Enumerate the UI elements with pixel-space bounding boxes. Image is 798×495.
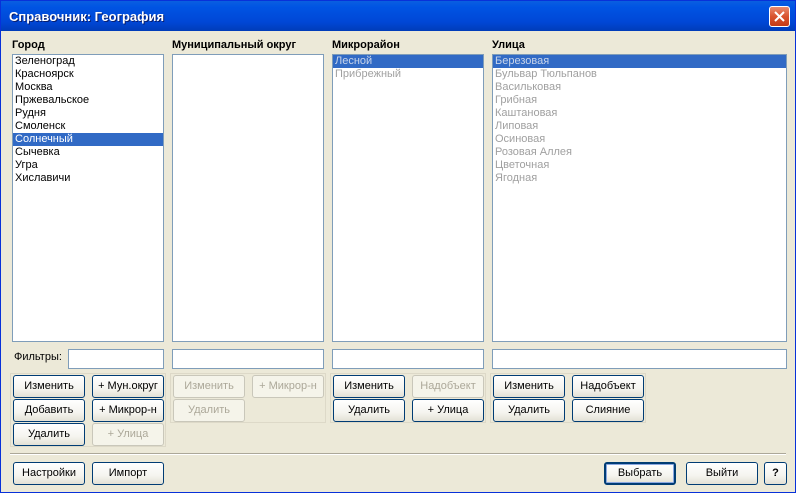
city-label: Город — [12, 39, 45, 51]
list-item[interactable]: Грибная — [493, 94, 786, 107]
add-district-button[interactable]: + Мун.округ — [92, 375, 164, 398]
micro-delete-button[interactable]: Удалить — [333, 399, 405, 422]
list-item[interactable]: Ягодная — [493, 172, 786, 185]
city-filter-input[interactable] — [68, 349, 164, 369]
title-bar: Справочник: География — [1, 1, 795, 31]
exit-button[interactable]: Выйти — [686, 462, 758, 485]
list-item[interactable]: Березовая — [493, 55, 786, 68]
street-list[interactable]: Березовая Бульвар Тюльпанов Васильковая Гри… — [492, 54, 787, 342]
list-item[interactable]: Солнечный — [13, 133, 163, 146]
import-button[interactable]: Импорт — [92, 462, 164, 485]
micro-add-street-button[interactable]: + Улица — [412, 399, 484, 422]
list-item[interactable]: Цветочная — [493, 159, 786, 172]
street-delete-button[interactable]: Удалить — [493, 399, 565, 422]
list-item[interactable]: Красноярск — [13, 68, 163, 81]
list-item[interactable]: Москва — [13, 81, 163, 94]
window-title: Справочник: География — [9, 9, 165, 24]
list-item[interactable]: Липовая — [493, 120, 786, 133]
list-item[interactable]: Бульвар Тюльпанов — [493, 68, 786, 81]
list-item[interactable]: Хиславичи — [13, 172, 163, 185]
district-delete-button[interactable]: Удалить — [173, 399, 245, 422]
footer-separator — [10, 453, 786, 455]
list-item[interactable]: Васильковая — [493, 81, 786, 94]
settings-button[interactable]: Настройки — [13, 462, 85, 485]
list-item[interactable]: Каштановая — [493, 107, 786, 120]
filters-label: Фильтры: — [14, 351, 62, 363]
micro-parent-button[interactable]: Надобъект — [412, 375, 484, 398]
add-street-button[interactable]: + Улица — [92, 423, 164, 446]
district-list[interactable] — [172, 54, 324, 342]
list-item[interactable]: Зеленоград — [13, 55, 163, 68]
city-edit-button[interactable]: Изменить — [13, 375, 85, 398]
list-item[interactable]: Пржевальское — [13, 94, 163, 107]
add-microdistrict-button[interactable]: + Микрор-н — [92, 399, 164, 422]
list-item[interactable]: Рудня — [13, 107, 163, 120]
microdistrict-list[interactable]: Лесной Прибрежный — [332, 54, 484, 342]
list-item[interactable]: Прибрежный — [333, 68, 483, 81]
street-edit-button[interactable]: Изменить — [493, 375, 565, 398]
list-item[interactable]: Осиновая — [493, 133, 786, 146]
street-merge-button[interactable]: Слияние — [572, 399, 644, 422]
microdistrict-filter-input[interactable] — [332, 349, 484, 369]
micro-edit-button[interactable]: Изменить — [333, 375, 405, 398]
dialog-window: Справочник: География Город Муниципальны… — [0, 0, 796, 493]
list-item[interactable]: Смоленск — [13, 120, 163, 133]
street-parent-button[interactable]: Надобъект — [572, 375, 644, 398]
list-item[interactable]: Угра — [13, 159, 163, 172]
district-label: Муниципальный округ — [172, 39, 297, 51]
city-delete-button[interactable]: Удалить — [13, 423, 85, 446]
street-label: Улица — [492, 39, 525, 51]
select-button[interactable]: Выбрать — [604, 462, 676, 485]
list-item[interactable]: Сычевка — [13, 146, 163, 159]
close-icon — [774, 11, 785, 22]
city-add-button[interactable]: Добавить — [13, 399, 85, 422]
district-filter-input[interactable] — [172, 349, 324, 369]
district-add-micro-button[interactable]: + Микрор-н — [252, 375, 324, 398]
city-list[interactable]: Зеленоград Красноярск Москва Пржевальское Ру… — [12, 54, 164, 342]
street-filter-input[interactable] — [492, 349, 787, 369]
help-button[interactable]: ? — [764, 462, 787, 485]
district-edit-button[interactable]: Изменить — [173, 375, 245, 398]
list-item[interactable]: Розовая Аллея — [493, 146, 786, 159]
list-item[interactable]: Лесной — [333, 55, 483, 68]
microdistrict-label: Микрорайон — [332, 39, 400, 51]
close-button[interactable] — [769, 6, 790, 27]
